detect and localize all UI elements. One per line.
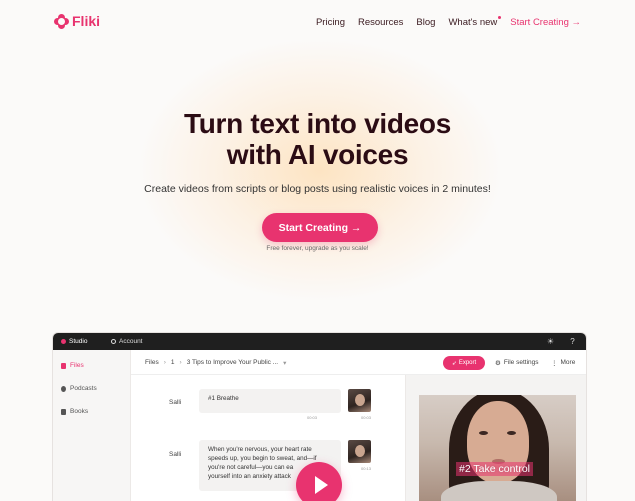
sidebar-item-label: Files [70, 362, 84, 369]
chevron-down-icon[interactable]: ▾ [283, 359, 286, 367]
person-shirt [441, 481, 557, 501]
studio-icon [61, 339, 66, 344]
help-icon[interactable]: ? [568, 337, 577, 346]
theme-toggle-icon[interactable]: ☀ [546, 337, 555, 346]
file-icon [61, 362, 66, 369]
user-icon [111, 339, 116, 344]
logo[interactable]: Fliki [54, 13, 100, 29]
hero-note: Free forever, upgrade as you scale! [266, 245, 369, 252]
sidebar-item-label: Podcasts [70, 385, 97, 392]
nav-blog[interactable]: Blog [416, 17, 435, 28]
chevron-right-icon: › [179, 359, 182, 366]
export-icon: ➶ [451, 360, 457, 367]
scene-1-speaker[interactable]: Salli [169, 399, 181, 406]
hero-subtitle: Create videos from scripts or blog posts… [144, 183, 491, 195]
scene-1-timecode-left: 00:03 [307, 415, 318, 420]
scene-1-timecode: 00:03 [361, 415, 372, 420]
nav-pricing[interactable]: Pricing [316, 17, 345, 28]
tab-account[interactable]: Account [111, 338, 143, 345]
person-image [355, 445, 365, 457]
tab-studio[interactable]: Studio [61, 338, 87, 345]
file-settings-label: File settings [503, 359, 539, 366]
breadcrumb: Files › 1 › 3 Tips to Improve Your Publi… [145, 359, 286, 367]
top-nav: Fliki Pricing Resources Blog What's new … [0, 0, 635, 46]
chevron-right-icon: › [163, 359, 166, 366]
person-eye [479, 431, 488, 435]
export-button[interactable]: ➶ Export [443, 356, 485, 370]
hero-title: Turn text into videos with AI voices [0, 108, 635, 170]
sidebar-item-podcasts[interactable]: Podcasts [61, 385, 97, 392]
notification-dot-icon [498, 16, 502, 19]
video-preview-pane: #2 Take control [405, 375, 586, 501]
editor-toolbar: Files › 1 › 3 Tips to Improve Your Publi… [131, 350, 586, 375]
more-button[interactable]: ⋮ More [551, 359, 575, 367]
breadcrumb-files[interactable]: Files [145, 359, 159, 367]
tab-studio-label: Studio [69, 338, 88, 345]
nav-whats-new[interactable]: What's new [448, 16, 502, 28]
book-icon [61, 408, 66, 415]
scene-1-text[interactable]: #1 Breathe [199, 389, 341, 413]
more-vertical-icon: ⋮ [551, 360, 558, 367]
nav-whats-new-label: What's new [448, 17, 498, 28]
tab-account-label: Account [119, 338, 143, 345]
video-preview[interactable]: #2 Take control [419, 395, 576, 501]
play-button-icon[interactable] [296, 462, 342, 501]
sidebar-item-label: Books [70, 408, 89, 415]
scene-1-thumbnail[interactable] [348, 389, 371, 412]
brand-name: Fliki [72, 13, 101, 29]
export-label: Export [458, 360, 477, 366]
app-sidebar: Files Podcasts Books [53, 350, 131, 501]
sidebar-item-files[interactable]: Files [61, 362, 84, 369]
scene-list: Salli #1 Breathe 00:03 00:03 Salli When … [131, 375, 404, 501]
gear-icon: ⚙ [495, 360, 501, 367]
breadcrumb-folder[interactable]: 1 [171, 359, 175, 367]
hero-title-line-2: with AI voices [226, 139, 409, 170]
start-creating-button[interactable]: Start Creating → [262, 213, 378, 242]
podcast-icon [61, 385, 66, 392]
person-eye [507, 431, 516, 435]
app-top-bar: Studio Account ☀ ? [53, 333, 586, 350]
hero-title-line-1: Turn text into videos [184, 108, 451, 139]
sidebar-item-books[interactable]: Books [61, 408, 88, 415]
video-caption: #2 Take control [456, 462, 534, 476]
more-label: More [560, 359, 576, 366]
scene-2-thumbnail[interactable] [348, 440, 371, 463]
nav-links: Pricing Resources Blog What's new Start … [316, 16, 581, 28]
scene-2-speaker[interactable]: Salli [169, 451, 181, 458]
scene-2-timecode: 00:13 [361, 466, 372, 471]
file-settings-button[interactable]: ⚙ File settings [495, 359, 539, 367]
nav-start-creating[interactable]: Start Creating → [510, 17, 581, 28]
scene-2-text-line: When you're nervous, your heart rate [208, 446, 312, 453]
hero-glow [140, 40, 500, 300]
flower-logo-icon [54, 13, 69, 29]
nav-resources[interactable]: Resources [358, 17, 403, 28]
person-image [355, 394, 365, 406]
breadcrumb-file[interactable]: 3 Tips to Improve Your Public ... [187, 359, 278, 367]
